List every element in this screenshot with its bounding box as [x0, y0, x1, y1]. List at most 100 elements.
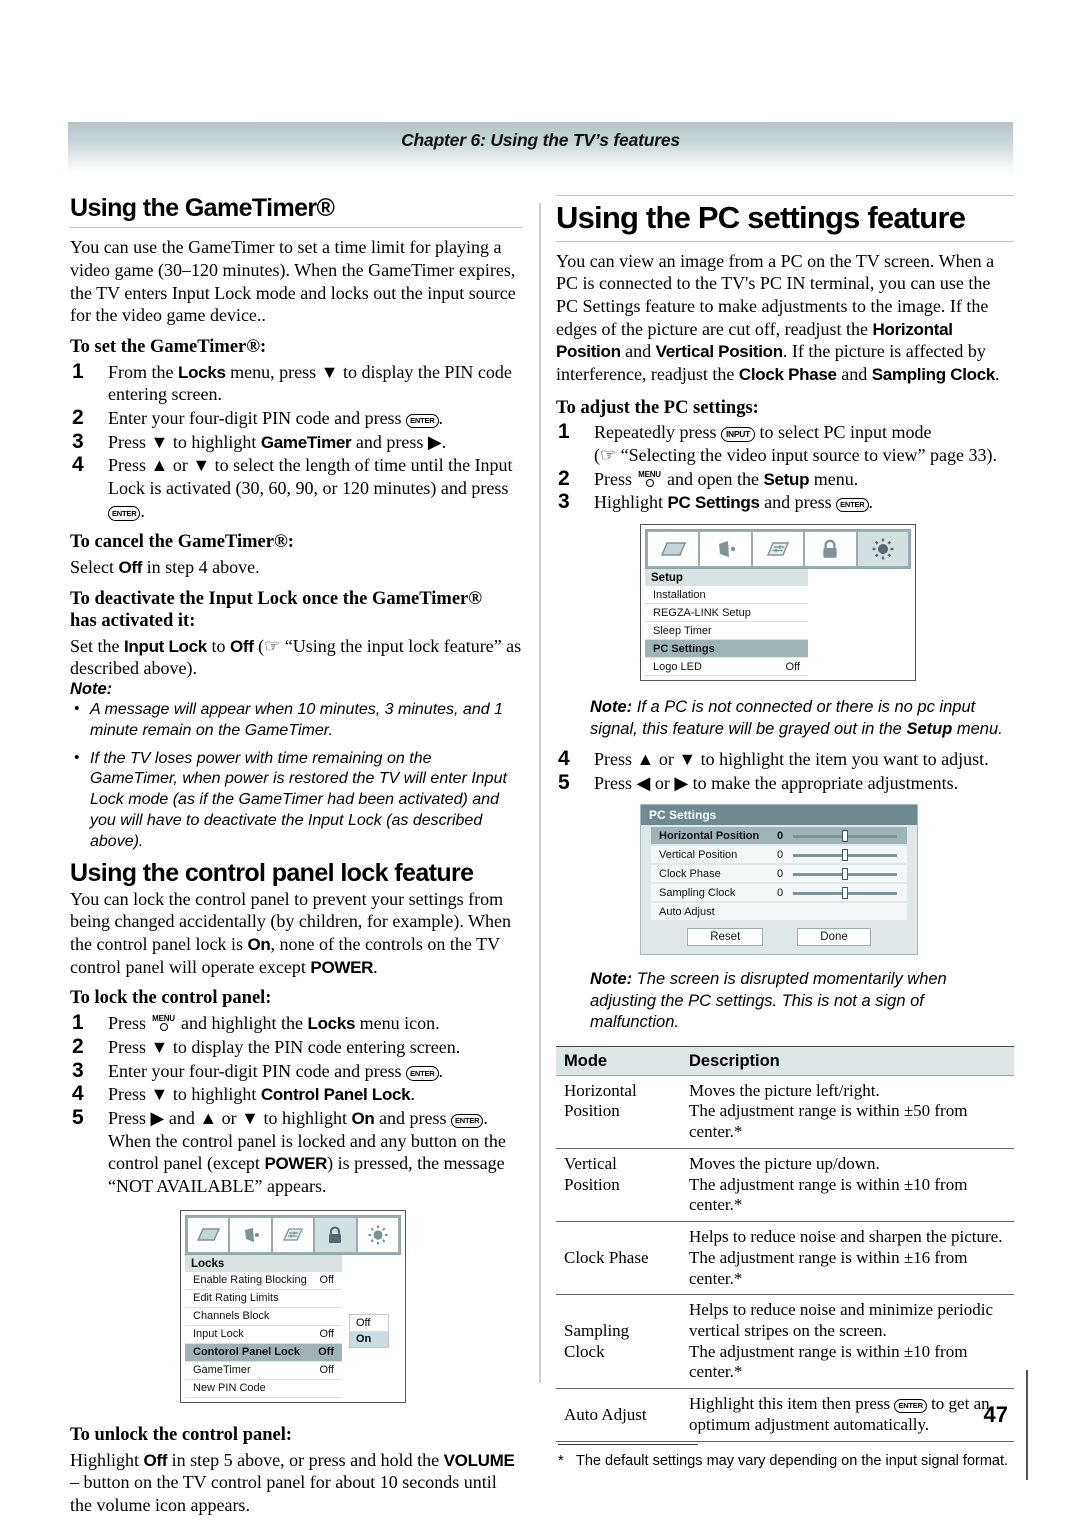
ui-term: POWER — [264, 1154, 328, 1174]
step-text: Press ▲ or ▼ to highlight the item you w… — [594, 748, 989, 769]
audio-icon[interactable] — [700, 532, 751, 567]
locks-icon[interactable] — [805, 532, 856, 567]
setup-menu-row[interactable]: Installation — [645, 586, 808, 605]
deactivate-a: Set the — [70, 635, 124, 656]
note-item: A message will appear when 10 minutes, 3… — [70, 699, 522, 742]
footnote-body: * The default settings may vary dependin… — [558, 1452, 1014, 1471]
step-item: 3 Enter your four-digit PIN code and pre… — [70, 1059, 522, 1083]
note1-b: menu. — [952, 719, 1003, 738]
setup-icon[interactable] — [357, 1217, 399, 1252]
ui-term: Locks — [178, 362, 226, 382]
cancel-gametimer-text: Select Off in step 4 above. — [70, 556, 522, 579]
row-label: Horizontal Position — [659, 829, 760, 842]
cell-mode: Auto Adjust — [556, 1388, 681, 1442]
pc-dialog-row[interactable]: Vertical Position 0 — [651, 846, 907, 864]
setup-menu-row-selected[interactable]: PC Settings — [645, 640, 808, 659]
note-label: Note: — [590, 698, 633, 717]
cell-description: Highlight this item then press ENTER to … — [681, 1388, 1014, 1442]
row-value: Off — [318, 1346, 334, 1359]
row-label: Contorol Panel Lock — [193, 1346, 300, 1359]
step-number: 5 — [72, 1106, 84, 1129]
note-item: If the TV loses power with time remainin… — [70, 748, 522, 853]
ui-term: Locks — [307, 1014, 356, 1034]
done-button[interactable]: Done — [797, 928, 871, 947]
pc-dialog-row[interactable]: Clock Phase 0 — [651, 865, 907, 883]
ui-term: PC Settings — [667, 493, 760, 513]
cancel-text-b: in step 4 above. — [142, 557, 260, 578]
locks-menu-row[interactable]: Input Lock Off — [185, 1325, 342, 1344]
footnote-rule — [558, 1443, 698, 1445]
setup-menu-row[interactable]: REGZA-LINK Setup — [645, 604, 808, 623]
setup-icon[interactable] — [857, 532, 909, 567]
pc-dialog-row[interactable]: Auto Adjust — [651, 903, 907, 921]
pc-settings-heading: Using the PC settings feature — [556, 200, 966, 235]
note2-text: The screen is disrupted momentarily when… — [590, 970, 947, 1032]
slider[interactable] — [793, 886, 897, 899]
step-text-b: and press — [374, 1108, 451, 1128]
column-divider — [539, 203, 541, 1383]
slider-knob[interactable] — [842, 886, 848, 899]
step-text-c: . — [868, 492, 874, 513]
manual-page: Chapter 6: Using the TV’s features Using… — [0, 0, 1080, 1528]
slider-knob[interactable] — [842, 829, 848, 842]
ui-term: Input Lock — [124, 636, 207, 656]
popup-option-on[interactable]: On — [350, 1330, 388, 1347]
locks-menu-row[interactable]: Enable Rating Blocking Off — [185, 1271, 342, 1290]
adjust-pc-heading: To adjust the PC settings: — [556, 397, 759, 418]
row-value: Off — [785, 660, 800, 673]
row-value: Off — [319, 1328, 334, 1341]
locks-menu-row[interactable]: Channels Block — [185, 1307, 342, 1326]
locks-menu-row-selected[interactable]: Contorol Panel Lock Off — [185, 1343, 342, 1362]
table-row: Vertical Position Moves the picture up/do… — [556, 1148, 1014, 1223]
slider-empty — [793, 906, 897, 918]
step-number: 2 — [72, 406, 84, 430]
step-text-cont: . — [140, 500, 145, 521]
on-off-popup[interactable]: Off On — [349, 1313, 389, 1348]
locks-menu-row[interactable]: Edit Rating Limits — [185, 1289, 342, 1308]
step-item: 3 Press ▼ to highlight GameTimer and pre… — [70, 430, 522, 454]
slider[interactable] — [793, 829, 897, 842]
locks-menu-title: Locks — [185, 1254, 342, 1272]
menu-key-icon: MENU — [637, 470, 663, 488]
popup-option-off[interactable]: Off — [350, 1315, 388, 1331]
ui-term: GameTimer — [260, 432, 352, 452]
reset-button[interactable]: Reset — [687, 928, 764, 947]
locks-icon[interactable] — [315, 1217, 356, 1252]
step-number: 4 — [72, 453, 84, 477]
setup-menu-title: Setup — [645, 569, 808, 587]
enter-key-icon: ENTER — [406, 413, 439, 429]
locks-menu-iconbar — [185, 1214, 401, 1255]
slider[interactable] — [793, 867, 897, 880]
locks-menu-row[interactable]: GameTimer Off — [185, 1361, 342, 1380]
desc-line: Helps to reduce noise and sharpen the pi… — [689, 1227, 1003, 1247]
audio-icon[interactable] — [230, 1217, 271, 1252]
picture-icon[interactable] — [648, 532, 699, 567]
step-text-b: and press — [759, 492, 837, 513]
step-item: 1 From the Locks menu, press ▼ to displa… — [70, 360, 522, 406]
ui-term: Sampling Clock — [871, 364, 996, 384]
slider[interactable] — [793, 848, 897, 861]
panel-lock-heading: Using the control panel lock feature — [70, 858, 474, 887]
intro-c: . — [373, 956, 378, 977]
pc-dialog-buttons: Reset Done — [641, 922, 917, 954]
intro-d: and — [836, 363, 872, 384]
locks-menu-row[interactable]: New PIN Code — [185, 1379, 342, 1398]
slider-knob[interactable] — [842, 848, 848, 861]
row-label: REGZA-LINK Setup — [653, 606, 751, 619]
gametimer-intro: You can use the GameTimer to set a time … — [70, 237, 516, 326]
mode-line2: Position — [564, 1174, 620, 1194]
step-text: Press ▼ to highlight — [108, 431, 261, 452]
preferences-icon[interactable] — [752, 532, 804, 567]
preferences-icon[interactable] — [272, 1217, 314, 1252]
setup-menu-row[interactable]: Sleep Timer — [645, 622, 808, 641]
setup-menu-row[interactable]: Logo LED Off — [645, 658, 808, 677]
pc-settings-intro: You can view an image from a PC on the T… — [556, 250, 1014, 386]
adjust-pc-steps-cont: 4 Press ▲ or ▼ to highlight the item you… — [556, 747, 1014, 794]
step-number: 5 — [558, 770, 570, 794]
slider-knob[interactable] — [842, 867, 848, 880]
row-label: PC Settings — [653, 642, 715, 655]
pc-dialog-row-selected[interactable]: Horizontal Position 0 — [651, 827, 907, 845]
pc-dialog-row[interactable]: Sampling Clock 0 — [651, 884, 907, 902]
desc-line: The adjustment range is within ±50 from … — [689, 1101, 968, 1142]
picture-icon[interactable] — [188, 1217, 229, 1252]
